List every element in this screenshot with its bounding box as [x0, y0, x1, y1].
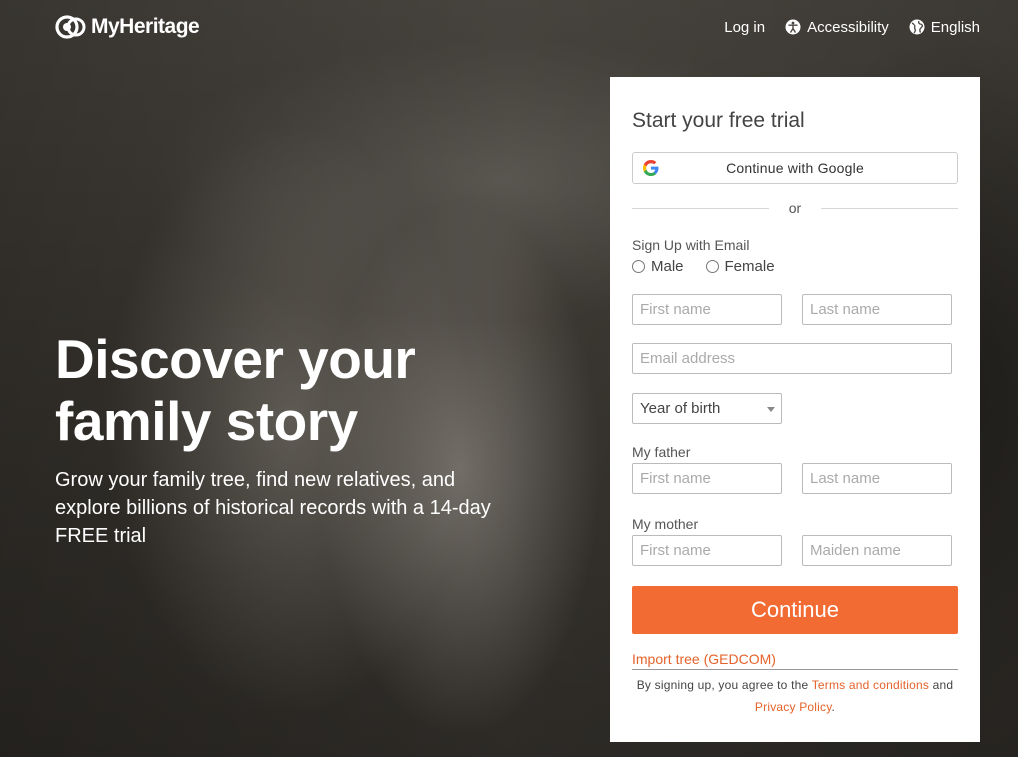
- father-last-name-input[interactable]: Last name: [802, 463, 952, 494]
- year-of-birth-select[interactable]: Year of birth: [632, 393, 782, 424]
- mother-first-name-input[interactable]: First name: [632, 535, 782, 566]
- divider-line-left: [632, 207, 769, 209]
- father-first-name-input[interactable]: First name: [632, 463, 782, 494]
- logo-text: MyHeritage: [91, 15, 200, 38]
- language-selector[interactable]: English: [909, 19, 980, 36]
- gender-radio-group: Male Female: [632, 258, 775, 275]
- import-gedcom-link[interactable]: Import tree (GEDCOM): [632, 651, 776, 667]
- terms-suffix: .: [831, 700, 836, 714]
- email-input[interactable]: Email address: [632, 343, 952, 374]
- top-navigation: Log in Accessibility English: [724, 16, 980, 38]
- female-radio[interactable]: [705, 260, 719, 273]
- myheritage-logo[interactable]: MyHeritage: [55, 14, 200, 40]
- first-name-input[interactable]: First name: [632, 294, 782, 325]
- accessibility-label: Accessibility: [807, 18, 889, 36]
- male-radio[interactable]: [632, 260, 645, 273]
- login-label: Log in: [724, 18, 766, 36]
- male-label: Male: [651, 258, 684, 275]
- terms-link[interactable]: Terms and conditions: [812, 678, 929, 692]
- headline-line-1: Discover your: [55, 328, 416, 390]
- google-button-label: Continue with Google: [726, 160, 864, 176]
- last-name-input[interactable]: Last name: [802, 294, 952, 325]
- myheritage-logo-icon: [55, 15, 86, 39]
- mother-maiden-name-input[interactable]: Maiden name: [802, 535, 952, 566]
- login-link[interactable]: Log in: [724, 19, 765, 36]
- continue-button[interactable]: Continue: [632, 586, 958, 634]
- gender-female-option[interactable]: Female: [705, 258, 775, 275]
- google-icon: [643, 160, 659, 176]
- terms-and: and: [932, 678, 954, 692]
- female-label: Female: [724, 258, 775, 275]
- divider-line-right: [821, 207, 958, 209]
- privacy-policy-link[interactable]: Privacy Policy: [755, 700, 832, 714]
- continue-with-google-button[interactable]: Continue with Google: [632, 152, 958, 184]
- gender-male-option[interactable]: Male: [632, 258, 684, 275]
- divider-or-text: or: [788, 200, 802, 216]
- or-divider: or: [632, 199, 958, 217]
- terms-divider: [632, 669, 958, 670]
- form-title: Start your free trial: [632, 109, 805, 132]
- globe-icon: [909, 19, 925, 35]
- signup-form-card: Start your free trial Continue with Goog…: [610, 77, 980, 742]
- terms-prefix: By signing up, you agree to the: [636, 678, 809, 692]
- year-of-birth-value: Year of birth: [640, 400, 721, 417]
- headline-line-2: family story: [55, 390, 358, 452]
- language-label: English: [930, 18, 980, 36]
- dropdown-caret-icon: [767, 407, 775, 412]
- terms-notice: By signing up, you agree to the Terms an…: [632, 674, 958, 718]
- accessibility-link[interactable]: Accessibility: [785, 19, 889, 36]
- hero-headline: Discover your family story: [55, 328, 575, 452]
- mother-section-label: My mother: [632, 516, 699, 532]
- hero-subheading: Grow your family tree, find new relative…: [55, 469, 491, 547]
- father-section-label: My father: [632, 444, 691, 460]
- accessibility-icon: [785, 19, 801, 35]
- signup-email-label: Sign Up with Email: [632, 237, 750, 253]
